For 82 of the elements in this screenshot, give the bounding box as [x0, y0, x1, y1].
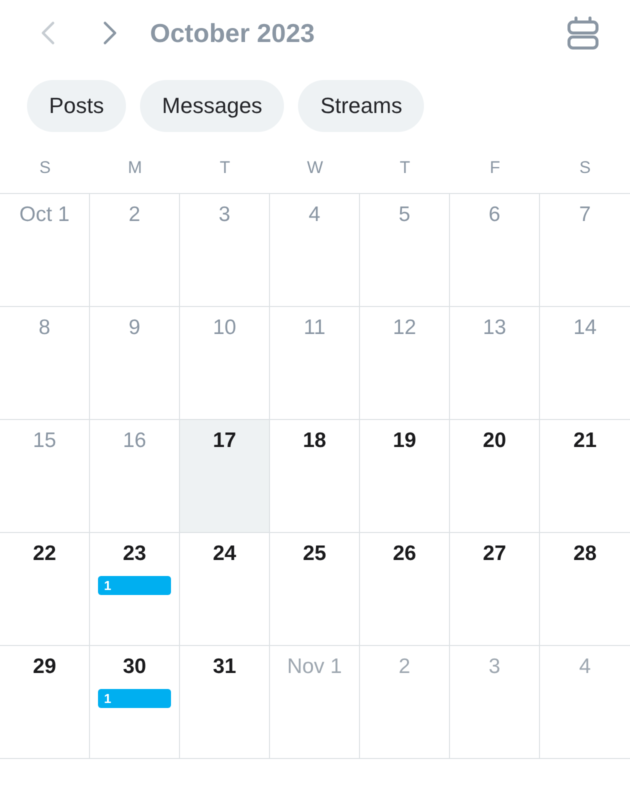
day-number: 29: [32, 654, 56, 680]
day-cell[interactable]: 30 1: [90, 646, 180, 759]
chevron-right-icon: [103, 21, 117, 45]
day-cell[interactable]: 25: [270, 533, 360, 646]
day-number: 2: [128, 202, 140, 228]
chevron-left-icon: [41, 21, 55, 45]
day-cell[interactable]: 16: [90, 420, 180, 533]
day-cell[interactable]: 2: [360, 646, 450, 759]
day-cell[interactable]: 8: [0, 307, 90, 420]
day-cell[interactable]: 26: [360, 533, 450, 646]
day-number: 25: [302, 541, 326, 567]
day-number: 16: [122, 428, 146, 454]
day-number: Oct 1: [19, 202, 70, 228]
day-cell[interactable]: Nov 1: [270, 646, 360, 759]
filter-chip[interactable]: Messages: [140, 80, 284, 132]
day-number: 4: [579, 654, 591, 680]
day-cell[interactable]: 19: [360, 420, 450, 533]
day-number: 15: [32, 428, 56, 454]
day-number: 6: [488, 202, 500, 228]
event-count-badge[interactable]: 1: [98, 576, 171, 595]
event-count-badge[interactable]: 1: [98, 689, 171, 708]
day-number: 19: [392, 428, 416, 454]
day-number: 3: [488, 654, 500, 680]
day-cell[interactable]: 10: [180, 307, 270, 420]
day-cell[interactable]: 4: [270, 194, 360, 307]
day-cell[interactable]: 11: [270, 307, 360, 420]
today-cell[interactable]: 17: [180, 420, 270, 533]
weekday-label: F: [490, 158, 500, 178]
day-number: 26: [392, 541, 416, 567]
day-number: 8: [38, 315, 50, 341]
day-cell[interactable]: 2: [90, 194, 180, 307]
day-number: 11: [304, 315, 326, 341]
day-number: 27: [482, 541, 506, 567]
day-number: 3: [218, 202, 230, 228]
day-number: 7: [579, 202, 591, 228]
day-number: 9: [128, 315, 140, 341]
day-number: 24: [212, 541, 236, 567]
day-cell[interactable]: 5: [360, 194, 450, 307]
filter-chip[interactable]: Posts: [27, 80, 126, 132]
day-cell[interactable]: 24: [180, 533, 270, 646]
day-number: 13: [482, 315, 506, 341]
day-cell[interactable]: 13: [450, 307, 540, 420]
day-cell[interactable]: 29: [0, 646, 90, 759]
day-cell[interactable]: 12: [360, 307, 450, 420]
day-number: 12: [392, 315, 416, 341]
weekday-label: T: [220, 158, 230, 178]
calendar-icon: [567, 16, 599, 50]
day-number: 28: [573, 541, 597, 567]
day-cell[interactable]: 6: [450, 194, 540, 307]
month-title: October 2023: [150, 18, 316, 48]
day-cell[interactable]: 3: [180, 194, 270, 307]
day-cell[interactable]: 15: [0, 420, 90, 533]
day-cell[interactable]: 31: [180, 646, 270, 759]
day-number: 23: [122, 541, 146, 567]
day-number: 20: [482, 428, 506, 454]
weekday-label: S: [39, 158, 51, 178]
day-cell[interactable]: 27: [450, 533, 540, 646]
day-number: 14: [573, 315, 597, 341]
weekday-label: S: [579, 158, 591, 178]
day-cell[interactable]: 9: [90, 307, 180, 420]
day-cell[interactable]: 18: [270, 420, 360, 533]
day-number: 22: [32, 541, 56, 567]
day-number: 17: [212, 428, 236, 454]
day-cell[interactable]: 20: [450, 420, 540, 533]
day-number: 18: [302, 428, 326, 454]
day-number: 31: [212, 654, 236, 680]
day-cell[interactable]: 23 1: [90, 533, 180, 646]
weekday-label: W: [306, 158, 324, 178]
day-number: Nov 1: [287, 654, 342, 680]
weekday-label: T: [400, 158, 410, 178]
day-number: 2: [398, 654, 410, 680]
day-cell[interactable]: 3: [450, 646, 540, 759]
day-number: 30: [122, 654, 146, 680]
calendar-view-button[interactable]: [566, 15, 600, 51]
day-number: 10: [212, 315, 236, 341]
weekday-label: M: [128, 158, 142, 178]
day-number: 4: [308, 202, 320, 228]
filter-chip[interactable]: Streams: [298, 80, 424, 132]
day-cell[interactable]: 22: [0, 533, 90, 646]
day-number: 21: [573, 428, 597, 454]
day-cell[interactable]: Oct 1: [0, 194, 90, 307]
day-number: 5: [398, 202, 410, 228]
